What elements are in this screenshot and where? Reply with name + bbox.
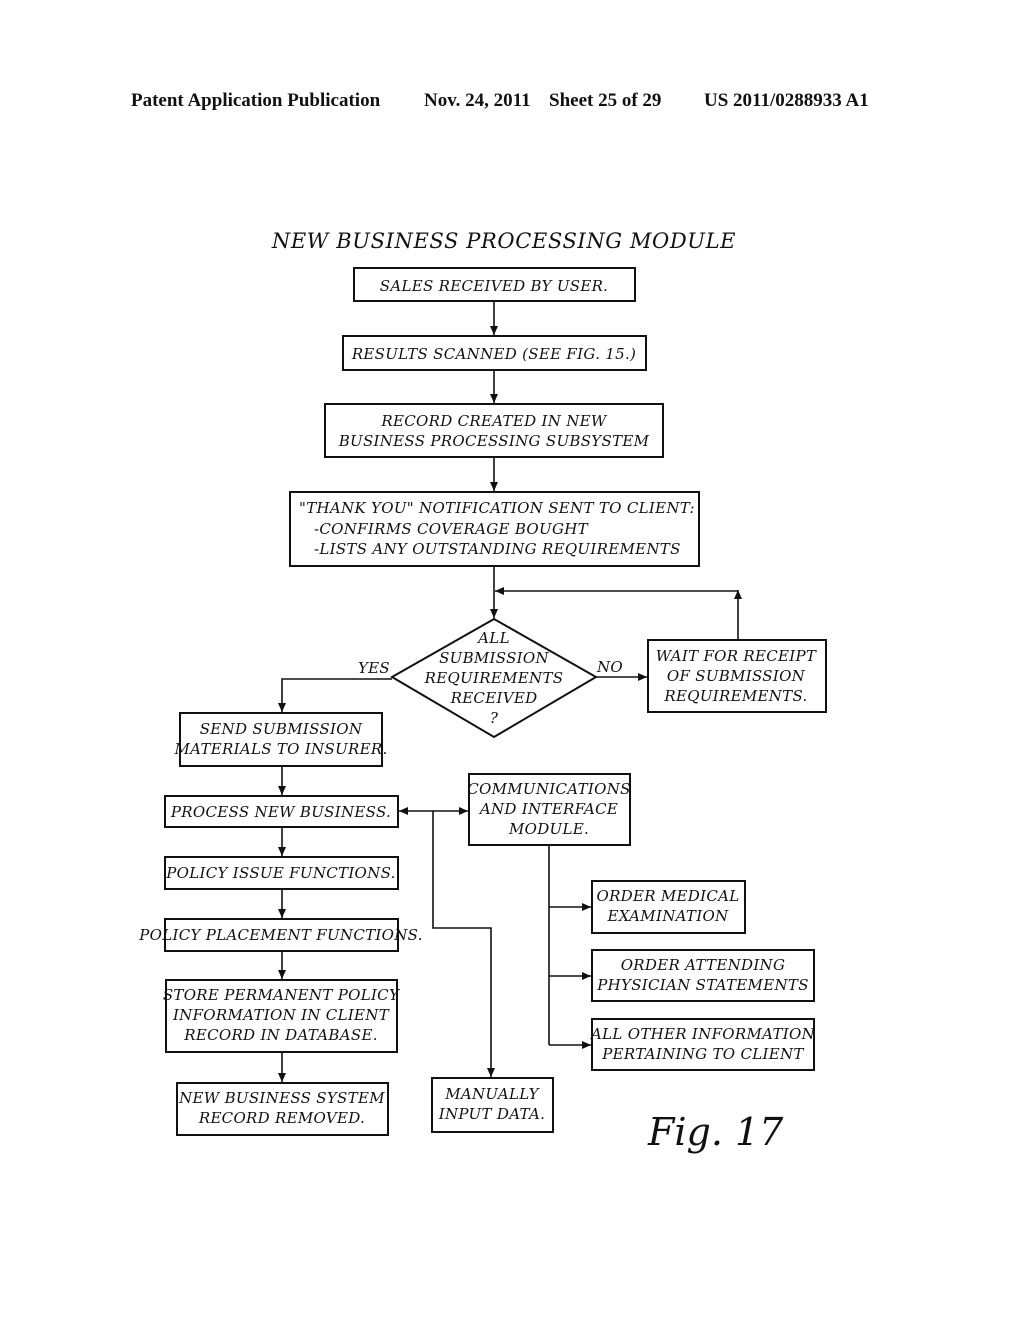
node-text: ORDER MEDICAL: [596, 887, 739, 905]
edge-label-no: NO: [596, 658, 623, 676]
node-text: COMMUNICATIONS: [467, 780, 631, 798]
flowchart: NEW BUSINESS PROCESSING MODULE SALES REC…: [138, 229, 827, 1154]
node-text: MATERIALS TO INSURER.: [173, 740, 387, 758]
node-text: BUSINESS PROCESSING SUBSYSTEM: [338, 432, 650, 450]
node-process: PROCESS NEW BUSINESS.: [164, 795, 399, 828]
node-text: SUBMISSION: [439, 649, 549, 667]
node-text: "THANK YOU" NOTIFICATION SENT TO CLIENT:: [299, 499, 695, 517]
node-text: ORDER ATTENDING: [621, 956, 786, 974]
node-text: WAIT FOR RECEIPT: [656, 647, 817, 665]
node-decision: ALL SUBMISSION REQUIREMENTS RECEIVED ?: [390, 617, 598, 739]
arrow-to-manual: [432, 811, 495, 1077]
figure-label: Fig. 17: [647, 1110, 784, 1154]
node-text: INPUT DATA.: [438, 1105, 545, 1123]
node-removed: NEW BUSINESS SYSTEM RECORD REMOVED.: [176, 1082, 389, 1136]
node-text: MODULE.: [508, 820, 589, 838]
node-text: RESULTS SCANNED (SEE FIG. 15.): [351, 345, 636, 363]
node-text: -LISTS ANY OUTSTANDING REQUIREMENTS: [314, 540, 681, 558]
node-comms: COMMUNICATIONS AND INTERFACE MODULE.: [467, 773, 631, 846]
node-text: RECORD REMOVED.: [198, 1109, 365, 1127]
node-text: ?: [490, 709, 499, 727]
node-text: MANUALLY: [444, 1085, 540, 1103]
arrow-decision-yes: [278, 678, 392, 712]
node-text: AND INTERFACE: [478, 800, 618, 818]
node-text: ALL: [476, 629, 510, 647]
node-text: RECEIVED: [450, 689, 538, 707]
node-text: PHYSICIAN STATEMENTS: [596, 976, 809, 994]
node-text: REQUIREMENTS.: [663, 687, 807, 705]
node-store: STORE PERMANENT POLICY INFORMATION IN CL…: [163, 979, 401, 1053]
node-text: STORE PERMANENT POLICY: [163, 986, 401, 1004]
node-issue: POLICY ISSUE FUNCTIONS.: [164, 856, 399, 890]
node-thanks: "THANK YOU" NOTIFICATION SENT TO CLIENT:…: [289, 491, 700, 567]
node-text: RECORD CREATED IN NEW: [380, 412, 607, 430]
node-text: POLICY ISSUE FUNCTIONS.: [165, 864, 395, 882]
node-physician: ORDER ATTENDING PHYSICIAN STATEMENTS: [591, 949, 815, 1002]
node-text: -CONFIRMS COVERAGE BOUGHT: [314, 520, 589, 538]
node-sales: SALES RECEIVED BY USER.: [353, 267, 636, 302]
node-scanned: RESULTS SCANNED (SEE FIG. 15.): [342, 335, 647, 371]
node-other: ALL OTHER INFORMATION PERTAINING TO CLIE…: [589, 1018, 816, 1071]
node-text: ALL OTHER INFORMATION: [589, 1025, 816, 1043]
node-manual: MANUALLY INPUT DATA.: [431, 1077, 554, 1133]
edge-label-yes: YES: [358, 659, 390, 677]
node-text: EXAMINATION: [606, 907, 729, 925]
node-text: REQUIREMENTS: [424, 669, 564, 687]
node-text: SEND SUBMISSION: [200, 720, 363, 738]
node-send: SEND SUBMISSION MATERIALS TO INSURER.: [173, 712, 387, 767]
node-wait: WAIT FOR RECEIPT OF SUBMISSION REQUIREME…: [647, 639, 827, 713]
node-text: POLICY PLACEMENT FUNCTIONS.: [138, 926, 423, 944]
node-text: OF SUBMISSION: [667, 667, 806, 685]
diagram-title: NEW BUSINESS PROCESSING MODULE: [271, 229, 736, 253]
node-text: INFORMATION IN CLIENT: [172, 1006, 390, 1024]
node-record: RECORD CREATED IN NEW BUSINESS PROCESSIN…: [324, 403, 664, 458]
node-text: RECORD IN DATABASE.: [183, 1026, 378, 1044]
node-text: PROCESS NEW BUSINESS.: [170, 803, 391, 821]
node-text: NEW BUSINESS SYSTEM: [178, 1089, 385, 1107]
node-medical: ORDER MEDICAL EXAMINATION: [591, 880, 746, 934]
node-text: PERTAINING TO CLIENT: [601, 1045, 804, 1063]
node-placement: POLICY PLACEMENT FUNCTIONS.: [138, 918, 423, 952]
node-text: SALES RECEIVED BY USER.: [380, 277, 609, 295]
